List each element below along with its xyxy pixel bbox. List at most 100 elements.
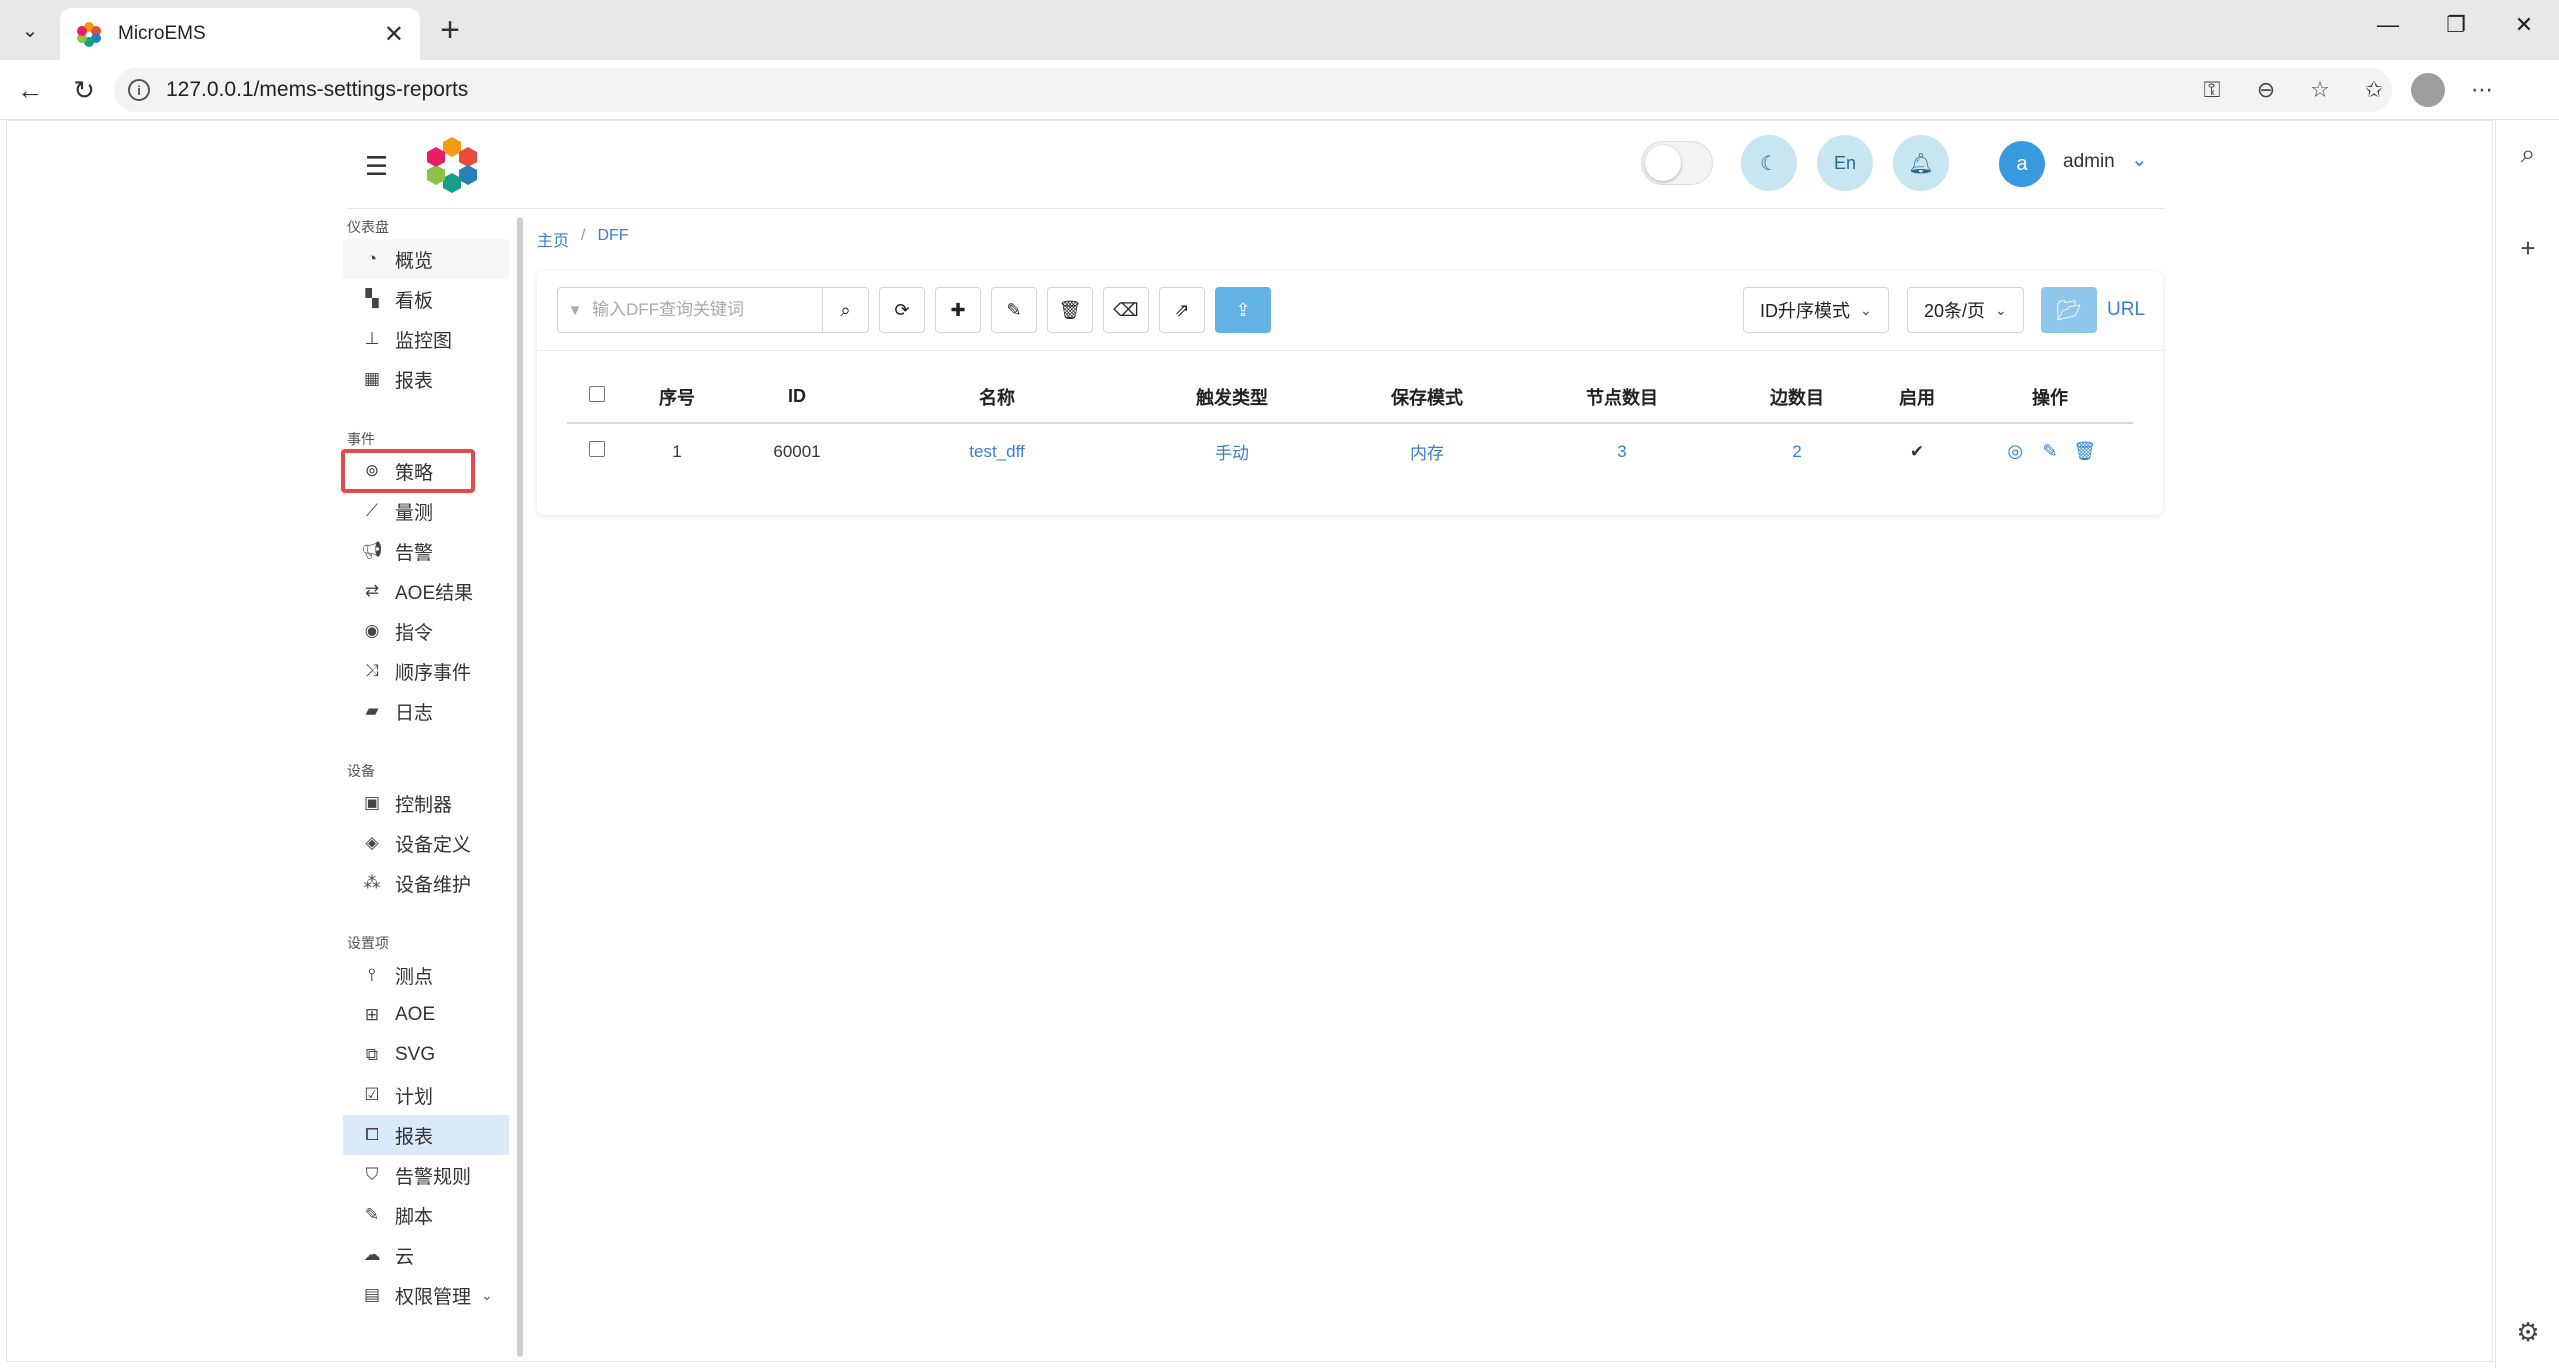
sidebar-item-label: 看板 [395,290,434,312]
table-row[interactable]: 1 60001 test_dff 手动 内存 3 2 ✔ ◎ ✎ 🗑︎ [567,423,2133,479]
url-link[interactable]: URL [2107,299,2145,321]
reload-icon[interactable]: ↻ [66,72,102,108]
back-icon[interactable]: ← [12,72,48,108]
sidebar-item-permissions[interactable]: ▤ 权限管理 ⌄ [343,1275,509,1315]
sidebar-item-measurement[interactable]: ⟋ 量测 [343,491,509,531]
sidebar-item-board[interactable]: ▚ 看板 [343,279,509,319]
random-icon: ⤨ [365,661,379,680]
favorite-star-icon[interactable]: ☆ [2303,73,2337,107]
sidebar-item-device-definition[interactable]: ◈ 设备定义 [343,823,509,863]
sidebar-item-controller[interactable]: ▣ 控制器 [343,783,509,823]
column-header[interactable]: 边数目 [1727,371,1867,424]
search-button[interactable]: ⌕ [822,288,868,332]
url-field[interactable]: i 127.0.0.1/mems-settings-reports [114,68,2392,112]
minimize-icon[interactable]: — [2368,12,2408,38]
theme-toggle[interactable] [1641,141,1713,185]
favorites-list-icon[interactable]: ✩ [2357,73,2391,107]
table-icon: ▦ [363,369,381,388]
search-input[interactable] [592,300,822,320]
sidebar-item-aoe[interactable]: ⊞ AOE [343,995,509,1035]
chevron-down-icon[interactable]: ⌄ [2131,147,2148,172]
column-header[interactable]: 节点数目 [1517,371,1727,424]
tab-list-button[interactable]: ⌄ [10,12,50,48]
sidebar-item-command[interactable]: ◉ 指令 [343,611,509,651]
cell-save-mode[interactable]: 内存 [1337,423,1517,479]
key-icon[interactable]: ⚿ [2195,73,2229,107]
cell-index: 1 [672,441,682,461]
dff-table: 序号 ID 名称 触发类型 保存模式 节点数目 边数目 启用 操作 1 6000… [567,371,2133,479]
restore-icon[interactable]: ❐ [2436,12,2476,38]
column-header[interactable]: 启用 [1867,371,1967,424]
sidebar-item-cloud[interactable]: ☁ 云 [343,1235,509,1275]
run-target-icon[interactable]: ◎ [2000,441,2030,462]
edit-icon[interactable]: ✎ [2035,441,2065,462]
cell-edge-count[interactable]: 2 [1727,423,1867,479]
sidebar-item-label: AOE结果 [395,582,474,604]
zoom-icon[interactable]: ⊖ [2249,73,2283,107]
browser-tab[interactable]: MicroEMS ✕ [60,8,420,60]
column-header[interactable]: 保存模式 [1337,371,1517,424]
sidebar-item-strategy[interactable]: ⊚ 策略 [341,449,475,493]
new-tab-button[interactable]: + [430,11,470,49]
add-button[interactable]: ✚ [935,287,981,333]
sidebar-item-report[interactable]: ▦ 报表 [343,359,509,399]
eraser-button[interactable]: ⌫ [1103,287,1149,333]
sidebar-item-plan[interactable]: ☑ 计划 [343,1075,509,1115]
edit-button[interactable]: ✎ [991,287,1037,333]
sidebar-item-aoe-result[interactable]: ⇄ AOE结果 [343,571,509,611]
sidebar-item-overview[interactable]: ◔ 概览 [343,239,509,279]
user-name[interactable]: admin [2063,151,2115,173]
close-window-icon[interactable]: ✕ [2504,12,2544,38]
breadcrumb-current[interactable]: DFF [597,227,628,251]
cell-name-link[interactable]: test_dff [867,423,1127,479]
sidebar-item-device-maintenance[interactable]: ⁂ 设备维护 [343,863,509,903]
add-icon[interactable]: + [2510,230,2546,266]
page-size-select[interactable]: 20条/页 ⌄ [1907,287,2024,333]
sort-mode-select[interactable]: ID升序模式 ⌄ [1743,287,1889,333]
cell-trigger-type[interactable]: 手动 [1127,423,1337,479]
dark-mode-moon-icon[interactable]: ☾ [1741,135,1797,191]
close-tab-icon[interactable]: ✕ [384,20,404,49]
delete-button[interactable]: 🗑︎ [1047,287,1093,333]
sidebar-item-alarm-rules[interactable]: ⛉ 告警规则 [343,1155,509,1195]
column-header[interactable]: 触发类型 [1127,371,1337,424]
select-all-checkbox[interactable] [589,386,605,402]
sidebar-item-monitor-diagram[interactable]: ⊥ 监控图 [343,319,509,359]
upload-button[interactable]: ⇪ [1215,287,1271,333]
column-header[interactable]: 序号 [627,371,727,424]
dashboard-icon: ◔ [366,249,378,268]
refresh-button[interactable]: ⟳ [879,287,925,333]
cell-node-count[interactable]: 3 [1517,423,1727,479]
menu-icon[interactable]: ☰ [365,151,388,182]
sidebar-item-alarm[interactable]: 📢︎ 告警 [343,531,509,571]
settings-gear-icon[interactable]: ⚙ [2510,1314,2546,1350]
column-header[interactable]: 名称 [867,371,1127,424]
sidebar-item-points[interactable]: ⫯ 测点 [343,955,509,995]
feather-icon: ✎ [364,1205,380,1224]
folder-open-button[interactable]: 📂︎ [2041,287,2097,333]
user-avatar[interactable]: a [1999,141,2045,187]
language-button[interactable]: En [1817,135,1873,191]
trash-icon[interactable]: 🗑︎ [2070,441,2100,462]
more-menu-icon[interactable]: ⋯ [2465,73,2499,107]
profile-avatar[interactable] [2411,73,2445,107]
search-icon[interactable]: ⌕ [2510,136,2546,172]
bullhorn-icon: 📢︎ [361,541,383,560]
sidebar-item-label: 日志 [395,702,434,724]
site-info-icon[interactable]: i [128,79,150,101]
breadcrumb-home[interactable]: 主页 [537,227,569,251]
column-header[interactable]: ID [727,371,867,424]
sidebar-scrollbar[interactable] [517,217,523,1357]
flowchart-icon: ⊞ [364,1005,380,1024]
object-group-icon: ▣ [363,793,381,812]
notification-bell-icon[interactable]: 🔔︎ [1893,135,1949,191]
sidebar-item-svg[interactable]: ⧉ SVG [343,1035,509,1075]
app-header: ☰ ☾ En 🔔︎ a admin ⌄ [347,121,2165,209]
breadcrumb-separator: / [581,227,586,244]
sidebar-item-settings-report[interactable]: ⧠ 报表 [343,1115,509,1155]
sidebar-item-sequence-event[interactable]: ⤨ 顺序事件 [343,651,509,691]
row-checkbox[interactable] [589,441,605,457]
sidebar-item-script[interactable]: ✎ 脚本 [343,1195,509,1235]
sidebar-item-log[interactable]: ▰ 日志 [343,691,509,731]
external-link-button[interactable]: ⇗ [1159,287,1205,333]
